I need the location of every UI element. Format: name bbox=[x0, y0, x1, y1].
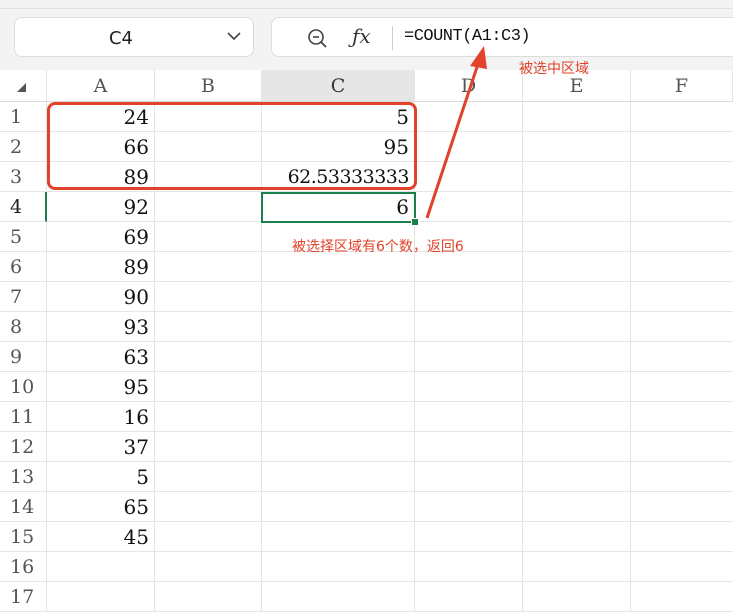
row-header-7[interactable]: 7 bbox=[0, 282, 47, 312]
row-header-8[interactable]: 8 bbox=[0, 312, 47, 342]
row-header-5[interactable]: 5 bbox=[0, 222, 47, 252]
select-all-triangle-icon bbox=[17, 83, 26, 92]
cell-a15[interactable]: 45 bbox=[47, 522, 155, 552]
active-cell-selection bbox=[261, 192, 416, 223]
row-header-14[interactable]: 14 bbox=[0, 492, 47, 522]
cell-a6[interactable]: 89 bbox=[47, 252, 155, 282]
row-header-2[interactable]: 2 bbox=[0, 132, 47, 162]
cell-a10[interactable]: 95 bbox=[47, 372, 155, 402]
row-header-11[interactable]: 11 bbox=[0, 402, 47, 432]
cell-a13[interactable]: 5 bbox=[47, 462, 155, 492]
fx-icon[interactable]: ƒx bbox=[352, 24, 371, 48]
cell-a11[interactable]: 16 bbox=[47, 402, 155, 432]
cell-a7[interactable]: 90 bbox=[47, 282, 155, 312]
cell-a14[interactable]: 65 bbox=[47, 492, 155, 522]
row-header-15[interactable]: 15 bbox=[0, 522, 47, 552]
row-header-3[interactable]: 3 bbox=[0, 162, 47, 192]
formula-bar[interactable]: ƒx =COUNT(A1:C3) bbox=[271, 17, 733, 57]
highlighted-range-annotation bbox=[47, 102, 417, 190]
cell-a5[interactable]: 69 bbox=[47, 222, 155, 252]
gridline-vertical bbox=[630, 102, 631, 611]
column-header-b[interactable]: B bbox=[155, 70, 262, 102]
row-header-1[interactable]: 1 bbox=[0, 102, 47, 132]
cell-a8[interactable]: 93 bbox=[47, 312, 155, 342]
row-header-9[interactable]: 9 bbox=[0, 342, 47, 372]
zoom-icon[interactable] bbox=[306, 27, 328, 49]
result-annotation-label: 被选择区域有6个数，返回6 bbox=[292, 239, 464, 255]
row-header-16[interactable]: 16 bbox=[0, 552, 47, 582]
name-box[interactable]: C4 bbox=[14, 17, 254, 57]
range-annotation-label: 被选中区域 bbox=[519, 61, 589, 77]
row-header-4[interactable]: 4 bbox=[0, 192, 47, 222]
column-header-c[interactable]: C bbox=[262, 70, 415, 102]
chevron-down-icon[interactable] bbox=[225, 27, 243, 45]
row-header-13[interactable]: 13 bbox=[0, 462, 47, 492]
column-header-a[interactable]: A bbox=[47, 70, 155, 102]
row-header-12[interactable]: 12 bbox=[0, 432, 47, 462]
fill-handle[interactable] bbox=[411, 218, 419, 226]
gridline-horizontal bbox=[47, 581, 733, 582]
name-box-value: C4 bbox=[108, 28, 134, 49]
formula-input[interactable]: =COUNT(A1:C3) bbox=[404, 27, 531, 46]
cell-a12[interactable]: 37 bbox=[47, 432, 155, 462]
row-header-10[interactable]: 10 bbox=[0, 372, 47, 402]
cell-a4[interactable]: 92 bbox=[47, 192, 155, 222]
row-header-6[interactable]: 6 bbox=[0, 252, 47, 282]
gridline-vertical bbox=[522, 102, 523, 611]
formula-bar-divider bbox=[392, 26, 393, 50]
column-header-d[interactable]: D bbox=[415, 70, 523, 102]
top-strip bbox=[0, 0, 733, 9]
toolbar: C4 ƒx =COUNT(A1:C3) bbox=[0, 0, 733, 70]
column-header-f[interactable]: F bbox=[631, 70, 733, 102]
row-header-17[interactable]: 17 bbox=[0, 582, 47, 612]
cell-a9[interactable]: 63 bbox=[47, 342, 155, 372]
